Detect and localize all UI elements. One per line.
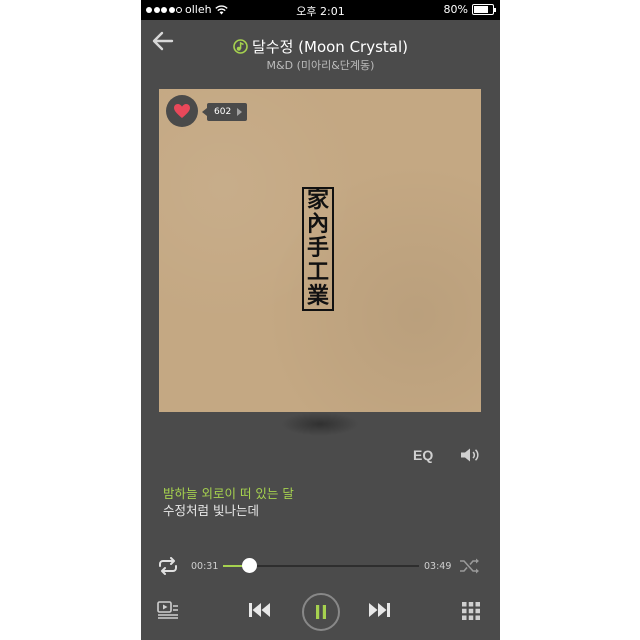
battery-percent: 80%: [443, 3, 468, 16]
battery-area: 80%: [443, 3, 496, 16]
cover-char: 內: [306, 212, 329, 237]
cover-char: 工: [306, 260, 329, 285]
shuffle-icon[interactable]: [459, 557, 481, 575]
like-count-value: 602: [214, 107, 232, 117]
previous-icon[interactable]: [248, 601, 272, 619]
seek-bar[interactable]: [223, 558, 419, 573]
heart-icon: [174, 104, 190, 118]
total-time: 03:49: [424, 561, 452, 572]
like-button[interactable]: [166, 95, 198, 127]
pause-icon: [316, 605, 326, 619]
battery-level: [474, 6, 489, 13]
playlist-icon[interactable]: [157, 601, 179, 619]
next-icon[interactable]: [367, 601, 391, 619]
cover-char: 家: [306, 188, 329, 213]
eq-button[interactable]: EQ: [413, 447, 433, 463]
battery-icon: [472, 4, 496, 15]
cover-stamp: 家 內 手 工 業: [302, 187, 334, 311]
artist-name[interactable]: M&D (미아리&단계동): [141, 57, 500, 73]
cover-char: 業: [306, 284, 329, 309]
chevron-right-icon: [237, 108, 243, 116]
album-shadow: [281, 412, 359, 436]
lyric-next-line[interactable]: 수정처럼 빛나는데: [163, 500, 259, 519]
repeat-icon[interactable]: [157, 557, 179, 575]
grid-icon[interactable]: [461, 601, 481, 621]
like-count[interactable]: 602: [201, 103, 248, 121]
pause-button[interactable]: [302, 593, 340, 631]
seek-handle[interactable]: [242, 558, 258, 573]
music-player-screen: olleh 오후 2:01 80% 달수정 (Moon Crystal) M&D…: [141, 0, 500, 640]
music-note-icon: [233, 39, 248, 54]
album-cover[interactable]: 家 內 手 工 業 602: [159, 89, 481, 412]
current-time: 00:31: [191, 561, 219, 572]
song-title-row: 달수정 (Moon Crystal): [141, 36, 500, 57]
speaker-icon[interactable]: [460, 447, 482, 463]
cover-char: 手: [306, 236, 329, 261]
song-title: 달수정 (Moon Crystal): [251, 38, 409, 56]
status-bar: olleh 오후 2:01 80%: [141, 0, 500, 20]
